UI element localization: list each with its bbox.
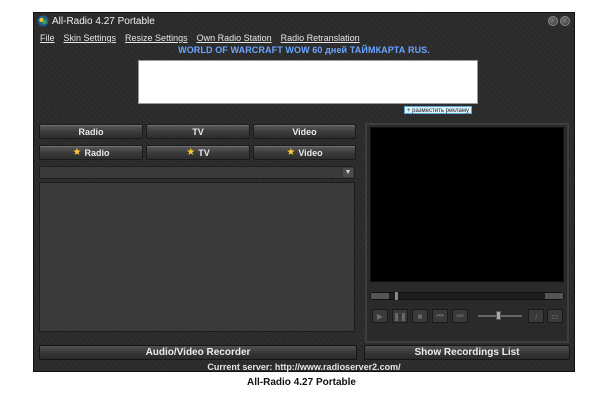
mute-icon[interactable]: ♪ — [528, 309, 544, 323]
pause-icon[interactable]: ❚❚ — [392, 309, 408, 323]
app-icon — [37, 15, 49, 27]
tab-favorite-video[interactable]: ★ Video — [253, 145, 356, 160]
menu-skin-settings[interactable]: Skin Settings — [64, 33, 117, 43]
play-icon[interactable]: ▶ — [372, 309, 388, 323]
app-window: All-Radio 4.27 Portable File Skin Settin… — [33, 12, 575, 372]
recordings-button-label: Show Recordings List — [414, 347, 520, 358]
recorder-button-label: Audio/Video Recorder — [145, 347, 251, 358]
tab-favorite-tv[interactable]: ★ TV — [146, 145, 250, 160]
image-caption: All-Radio 4.27 Portable — [247, 377, 356, 388]
fullscreen-icon[interactable]: ▭ — [547, 309, 563, 323]
close-button[interactable] — [560, 16, 570, 26]
tab-tv[interactable]: TV — [146, 124, 250, 139]
show-recordings-list-button[interactable]: Show Recordings List — [364, 345, 570, 360]
window-controls — [548, 16, 570, 26]
place-ad-link[interactable]: + разместить рекламу — [404, 106, 473, 114]
menu-file[interactable]: File — [40, 33, 55, 43]
star-icon: ★ — [286, 147, 296, 158]
menu-own-radio-station[interactable]: Own Radio Station — [197, 33, 272, 43]
tab-radio[interactable]: Radio — [39, 124, 143, 139]
tab-video[interactable]: Video — [253, 124, 356, 139]
tab-favorite-tv-label: TV — [198, 147, 210, 158]
stop-icon[interactable]: ■ — [412, 309, 428, 323]
star-icon: ★ — [186, 147, 196, 158]
tab-tv-label: TV — [192, 126, 204, 137]
star-icon: ★ — [72, 147, 82, 158]
ad-banner[interactable] — [138, 60, 478, 104]
menu-radio-retranslation[interactable]: Radio Retranslation — [281, 33, 360, 43]
audio-video-recorder-button[interactable]: Audio/Video Recorder — [39, 345, 357, 360]
previous-icon[interactable]: ⏮ — [432, 309, 448, 323]
seek-bar[interactable] — [370, 292, 564, 300]
tab-favorite-radio[interactable]: ★ Radio — [39, 145, 143, 160]
tab-radio-label: Radio — [78, 126, 104, 137]
seek-right-cap — [545, 293, 563, 299]
video-screen[interactable] — [370, 127, 564, 282]
menu-resize-settings[interactable]: Resize Settings — [125, 33, 188, 43]
player-panel: ▶ ❚❚ ■ ⏮ ⏭ ♪ ▭ — [365, 123, 569, 343]
player-controls: ▶ ❚❚ ■ ⏮ ⏭ ♪ ▭ — [370, 309, 564, 325]
tab-favorite-radio-label: Radio — [84, 147, 110, 158]
chevron-down-icon[interactable]: ▼ — [343, 168, 353, 177]
title-bar[interactable]: All-Radio 4.27 Portable — [34, 13, 574, 31]
tab-video-label: Video — [292, 126, 317, 137]
window-title: All-Radio 4.27 Portable — [52, 16, 155, 27]
status-bar: Current server: http://www.radioserver2.… — [207, 362, 401, 372]
next-icon[interactable]: ⏭ — [452, 309, 468, 323]
station-panel: Radio TV Video ★ Radio ★ TV ★ Video ▼ — [39, 124, 357, 341]
station-list[interactable] — [39, 182, 355, 332]
seek-thumb[interactable] — [395, 292, 398, 300]
minimize-button[interactable] — [548, 16, 558, 26]
category-dropdown[interactable]: ▼ — [39, 166, 355, 179]
menu-bar: File Skin Settings Resize Settings Own R… — [40, 33, 360, 43]
banner-headline[interactable]: WORLD OF WARCRAFT WOW 60 дней ТАЙМКАРТА … — [34, 45, 574, 55]
volume-thumb[interactable] — [496, 311, 501, 320]
tab-favorite-video-label: Video — [298, 147, 323, 158]
seek-left-cap — [371, 293, 389, 299]
